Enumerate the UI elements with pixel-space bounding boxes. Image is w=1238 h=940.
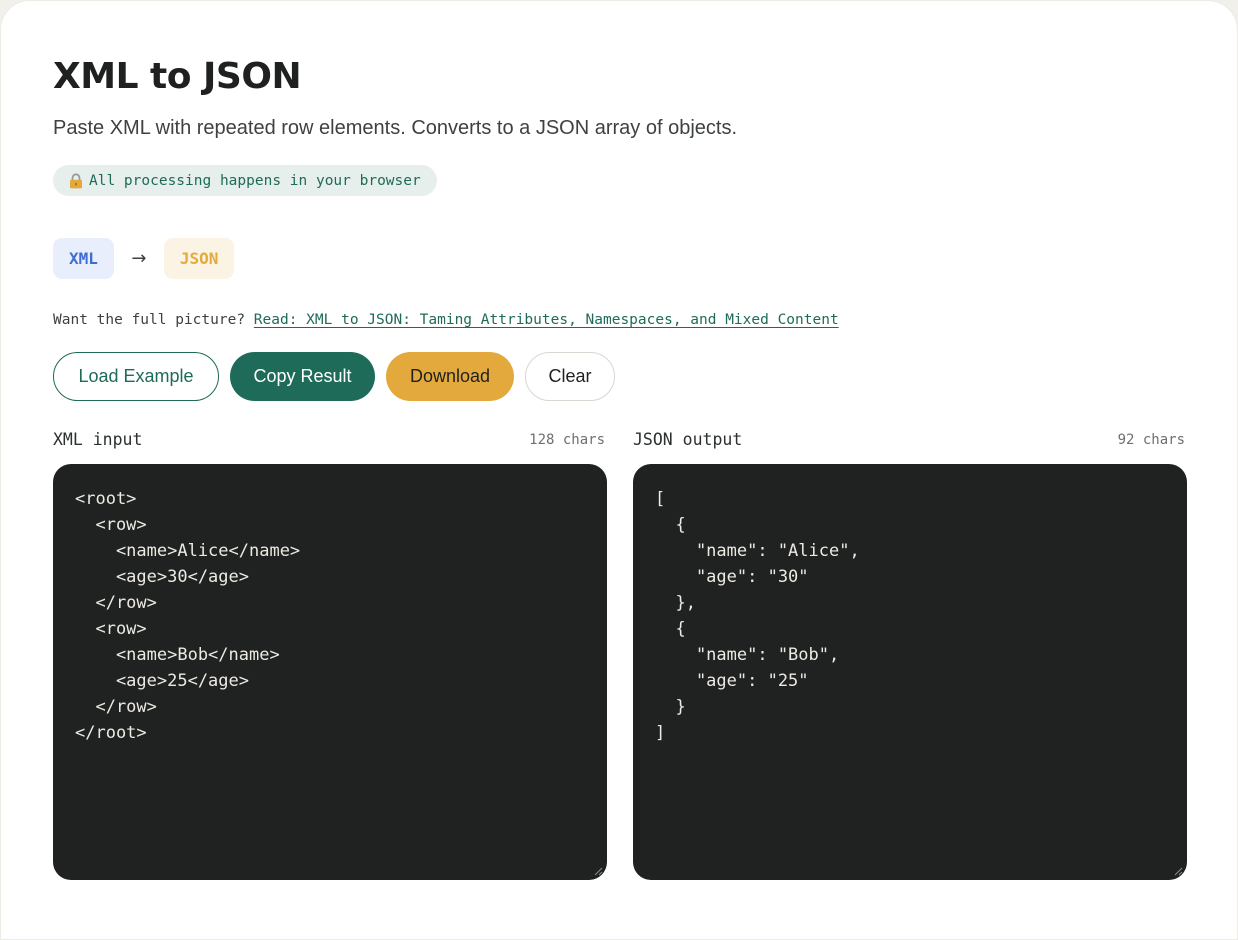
clear-button[interactable]: Clear [525,352,615,401]
page-subtitle: Paste XML with repeated row elements. Co… [53,117,738,139]
json-output-editor[interactable]: [ { "name": "Alice", "age": "30" }, { "n… [633,464,1187,880]
readmore-line: Want the full picture? Read: XML to JSON… [53,310,839,330]
copy-result-button[interactable]: Copy Result [230,352,375,401]
action-bar: Load Example Copy Result Download Clear [53,352,615,401]
target-format-badge: JSON [163,238,235,279]
resize-handle-icon[interactable] [594,867,603,876]
resize-handle-icon[interactable] [1174,867,1183,876]
json-output-text[interactable]: [ { "name": "Alice", "age": "30" }, { "n… [655,486,1165,746]
arrow-right-icon: → [131,248,147,269]
tool-card: XML to JSON Paste XML with repeated row … [0,0,1238,940]
output-char-count: 92 chars [1117,432,1185,448]
load-example-button[interactable]: Load Example [53,352,219,401]
source-format-badge: XML [53,238,114,279]
input-label: XML input [53,430,143,449]
format-indicator: XML → JSON [53,238,235,279]
readmore-prefix: Want the full picture? [53,312,246,328]
download-button[interactable]: Download [386,352,514,401]
lock-icon [69,172,83,189]
privacy-text: All processing happens in your browser [89,172,421,189]
article-link[interactable]: Read: XML to JSON: Taming Attributes, Na… [254,312,839,328]
output-label: JSON output [633,430,743,449]
page-title: XML to JSON [53,56,302,97]
input-char-count: 128 chars [529,432,605,448]
xml-input-editor[interactable]: <root> <row> <name>Alice</name> <age>30<… [53,464,607,880]
xml-input-text[interactable]: <root> <row> <name>Alice</name> <age>30<… [75,486,585,746]
privacy-badge: All processing happens in your browser [53,165,437,196]
